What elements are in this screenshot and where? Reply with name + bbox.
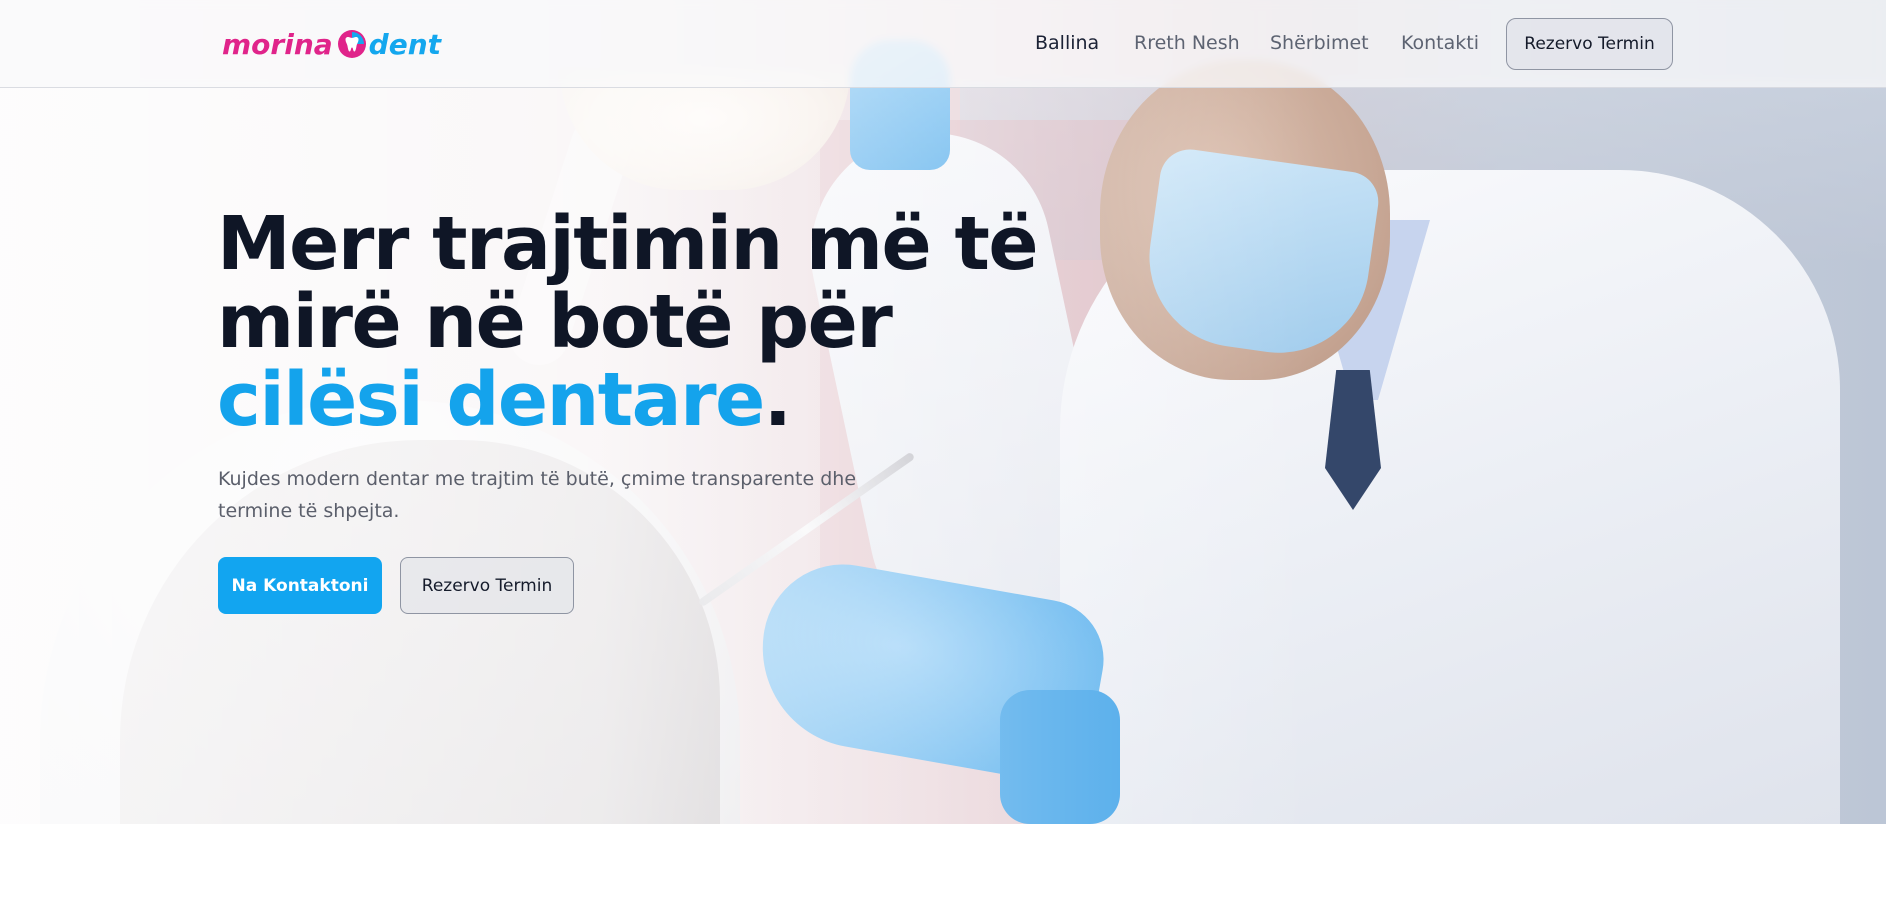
headline-accent: cilësi dentare [217, 357, 765, 443]
tooth-icon [337, 29, 367, 59]
nav-item-kontakti[interactable]: Kontakti [1401, 32, 1479, 54]
site-header: morina dent Ballina Rreth Nesh Shërbimet… [0, 0, 1886, 88]
logo-text-dent: dent [368, 27, 442, 61]
nav-item-sherbimet[interactable]: Shërbimet [1270, 32, 1369, 54]
next-section [0, 824, 1886, 901]
nav-item-rreth-nesh[interactable]: Rreth Nesh [1134, 32, 1240, 54]
nav-item-ballina[interactable]: Ballina [1035, 32, 1099, 54]
header-book-appointment-button[interactable]: Rezervo Termin [1506, 18, 1673, 70]
brand-logo[interactable]: morina dent [222, 26, 441, 62]
headline-line-2: mirë në botë për [217, 279, 893, 365]
headline-period: . [763, 357, 792, 443]
hero-headline: Merr trajtimin më të mirë në botë për ci… [217, 205, 1117, 439]
contact-us-button[interactable]: Na Kontaktoni [218, 557, 382, 614]
book-appointment-button[interactable]: Rezervo Termin [400, 557, 574, 614]
logo-text-morina: morina [222, 27, 333, 61]
hero-subtext: Kujdes modern dentar me trajtim të butë,… [218, 468, 857, 522]
headline-line-1: Merr trajtimin më të [217, 201, 1039, 287]
